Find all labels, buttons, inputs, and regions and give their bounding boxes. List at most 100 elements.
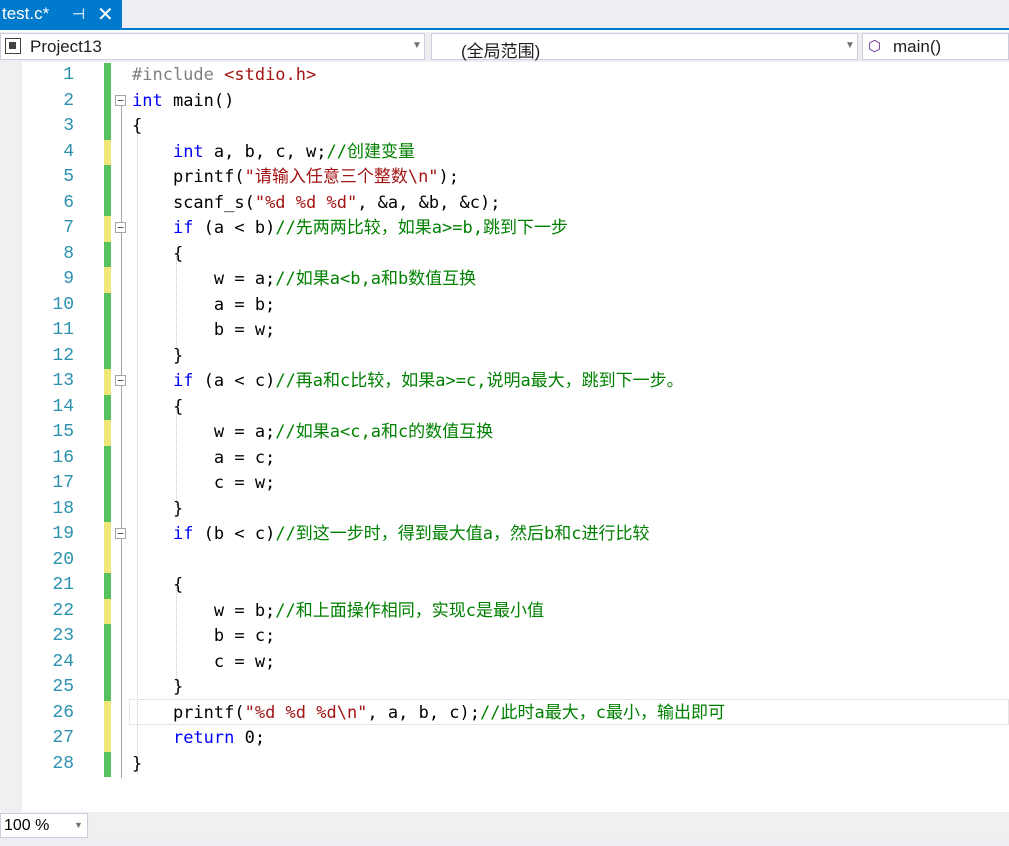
project-icon xyxy=(5,38,21,54)
code-text: b = w; xyxy=(132,318,275,344)
code-token: { xyxy=(132,243,184,264)
collapse-icon[interactable]: − xyxy=(115,375,126,386)
collapse-icon[interactable]: − xyxy=(115,222,126,233)
code-line[interactable]: 8 { xyxy=(0,241,1009,268)
line-number: 21 xyxy=(52,575,74,595)
code-line[interactable]: 11 b = w; xyxy=(0,318,1009,344)
saved-change-marker xyxy=(104,445,111,471)
code-line[interactable]: 13 − if (a < c)//再a和c比较，如果a>=c,说明a最大，跳到下一… xyxy=(0,369,1009,395)
code-text: } xyxy=(132,344,183,370)
code-token: } xyxy=(132,677,184,697)
code-token: a = b; xyxy=(132,294,276,315)
unsaved-change-marker xyxy=(104,139,111,165)
line-number: 14 xyxy=(52,396,74,417)
unsaved-change-marker xyxy=(104,267,111,293)
code-text: printf("请输入任意三个整数\n"); xyxy=(132,165,459,191)
line-number: 7 xyxy=(63,218,74,238)
code-line[interactable]: 5 printf("请输入任意三个整数\n"); xyxy=(0,165,1009,191)
code-text: return 0; xyxy=(132,726,265,752)
code-text: int a, b, c, w;//创建变量 xyxy=(132,140,415,166)
collapse-icon[interactable]: − xyxy=(115,528,126,539)
code-token: ); xyxy=(438,167,460,187)
saved-change-marker xyxy=(104,63,111,89)
saved-change-marker xyxy=(104,471,111,497)
scope-dropdown[interactable]: (全局范围) ▼ xyxy=(431,33,858,61)
member-dropdown[interactable]: ⬡ main() xyxy=(862,33,1009,60)
code-text: if (a < b)//先两两比较，如果a>=b,跳到下一步 xyxy=(132,216,568,242)
code-text: a = c; xyxy=(132,446,275,472)
code-line[interactable]: 10 a = b; xyxy=(0,292,1009,318)
code-line[interactable]: 25 } xyxy=(0,675,1009,701)
saved-change-marker xyxy=(104,394,111,420)
code-comment: //创建变量 xyxy=(326,141,415,162)
code-text: printf("%d %d %d\n", a, b, c);//此时a最大，c最… xyxy=(132,701,725,727)
saved-change-marker xyxy=(104,624,111,650)
unsaved-change-marker xyxy=(104,420,111,446)
document-tab-strip: test.c* ⊣ ✕ xyxy=(0,0,1009,30)
code-token: , a, b, c); xyxy=(367,702,481,723)
code-token: a = c; xyxy=(132,447,276,468)
code-line[interactable]: 15 w = a;//如果a<c,a和c的数值互换 xyxy=(0,420,1009,446)
code-line[interactable]: 26 printf("%d %d %d\n", a, b, c);//此时a最大… xyxy=(0,700,1009,727)
code-line[interactable]: 18 } xyxy=(0,496,1009,522)
saved-change-marker xyxy=(104,751,111,777)
code-line[interactable]: 7 − if (a < b)//先两两比较，如果a>=b,跳到下一步 xyxy=(0,216,1009,242)
code-line[interactable]: 23 b = c; xyxy=(0,624,1009,650)
code-token: (a < c) xyxy=(193,371,276,391)
code-token: (a < b) xyxy=(193,218,276,238)
code-line[interactable]: 9 w = a;//如果a<b,a和b数值互换 xyxy=(0,267,1009,293)
code-line[interactable]: 17 c = w; xyxy=(0,471,1009,497)
saved-change-marker xyxy=(104,649,111,675)
project-dropdown[interactable]: Project13 ▼ xyxy=(0,33,425,60)
code-line[interactable]: 28} xyxy=(0,751,1009,777)
line-number: 6 xyxy=(63,192,74,213)
code-token: #include xyxy=(132,65,225,85)
code-token: b = c; xyxy=(132,626,276,646)
code-keyword: return xyxy=(172,728,235,748)
code-line[interactable]: 22 w = b;//和上面操作相同，实现c是最小值 xyxy=(0,598,1009,625)
code-text: w = a;//如果a<b,a和b数值互换 xyxy=(132,267,476,293)
code-text: if (b < c)//到这一步时，得到最大值a，然后b和c进行比较 xyxy=(132,522,650,548)
code-text: { xyxy=(132,242,183,268)
code-line[interactable]: 20 xyxy=(0,547,1009,573)
code-line[interactable]: 21 { xyxy=(0,573,1009,599)
code-line[interactable]: 12 } xyxy=(0,343,1009,370)
code-line[interactable]: 14 { xyxy=(0,394,1009,420)
scope-label: (全局范围) xyxy=(461,42,541,61)
zoom-dropdown[interactable]: 100 % ▼ xyxy=(0,813,88,838)
code-line[interactable]: 1 #include <stdio.h> xyxy=(0,63,1009,89)
unsaved-change-marker xyxy=(104,726,111,752)
code-string: "%d %d %d\n" xyxy=(244,702,368,723)
code-token: } xyxy=(132,345,184,366)
unsaved-change-marker xyxy=(104,547,111,573)
code-line[interactable]: 3{ xyxy=(0,114,1009,140)
code-comment: //此时a最大，c最小，输出即可 xyxy=(480,702,725,723)
line-number: 26 xyxy=(52,702,74,723)
saved-change-marker xyxy=(104,241,111,267)
code-line[interactable]: 24 c = w; xyxy=(0,649,1009,675)
saved-change-marker xyxy=(104,496,111,522)
code-line[interactable]: 4 int a, b, c, w;//创建变量 xyxy=(0,139,1009,166)
horizontal-scrollbar[interactable] xyxy=(90,812,1009,838)
code-text: w = b;//和上面操作相同，实现c是最小值 xyxy=(132,599,544,625)
code-comment: //到这一步时，得到最大值a，然后b和c进行比较 xyxy=(275,524,650,544)
document-tab[interactable]: test.c* ⊣ ✕ xyxy=(0,0,122,28)
code-token: { xyxy=(132,396,184,417)
close-icon[interactable]: ✕ xyxy=(97,2,114,27)
saved-change-marker xyxy=(104,343,111,369)
code-line[interactable]: 27 return 0; xyxy=(0,726,1009,752)
code-token: { xyxy=(132,575,184,595)
code-editor[interactable]: 1 #include <stdio.h> 2− int main() 3{4 int a… xyxy=(0,62,1009,812)
collapse-icon[interactable]: − xyxy=(115,94,126,106)
saved-change-marker xyxy=(104,573,111,599)
line-number: 11 xyxy=(52,320,74,340)
code-line[interactable]: 2 − int main() xyxy=(0,88,1009,114)
code-line[interactable]: 19 − if (b < c)//到这一步时，得到最大值a，然后b和c进行比较 xyxy=(0,522,1009,548)
code-line[interactable]: 16 a = c; xyxy=(0,445,1009,472)
code-line[interactable]: 6 scanf_s("%d %d %d", &a, &b, &c); xyxy=(0,190,1009,216)
pin-icon[interactable]: ⊣ xyxy=(72,5,85,23)
code-comment: //如果a<b,a和b数值互换 xyxy=(275,269,477,289)
line-number: 4 xyxy=(63,141,74,162)
